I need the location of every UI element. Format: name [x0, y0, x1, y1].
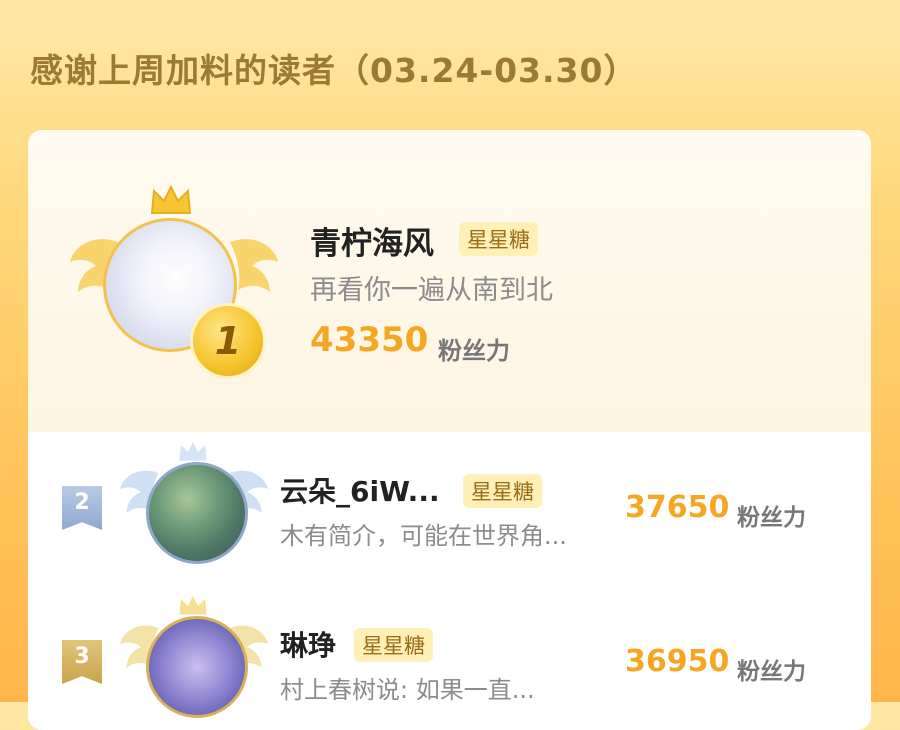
reader-bio: 木有简介，可能在世界角...	[280, 522, 567, 550]
fan-score-unit: 粉丝力	[438, 337, 510, 365]
avatar[interactable]	[146, 462, 248, 564]
avatar[interactable]	[146, 616, 248, 718]
reader-bio: 再看你一遍从南到北	[310, 275, 553, 306]
fan-score-unit: 粉丝力	[737, 659, 806, 685]
reader-name[interactable]: 青柠海风	[310, 218, 434, 263]
crown-icon	[179, 442, 207, 461]
rank-1-medal: 1	[190, 303, 266, 379]
reader-name[interactable]: 云朵_6iW...	[280, 470, 440, 510]
fan-badge: 星星糖	[463, 474, 542, 508]
page-title: 感谢上周加料的读者（03.24-03.30）	[30, 51, 638, 90]
fan-badge: 星星糖	[459, 222, 538, 256]
crown-icon	[179, 596, 207, 615]
crown-icon	[150, 185, 192, 214]
fan-score: 37650	[625, 490, 730, 525]
fan-score-unit: 粉丝力	[737, 505, 806, 531]
fan-badge: 星星糖	[354, 628, 433, 662]
reader-bio: 村上春树说: 如果一直...	[280, 676, 535, 704]
fan-score: 43350	[310, 320, 429, 360]
reader-name[interactable]: 琳琤	[280, 624, 336, 664]
fan-score: 36950	[625, 644, 730, 679]
